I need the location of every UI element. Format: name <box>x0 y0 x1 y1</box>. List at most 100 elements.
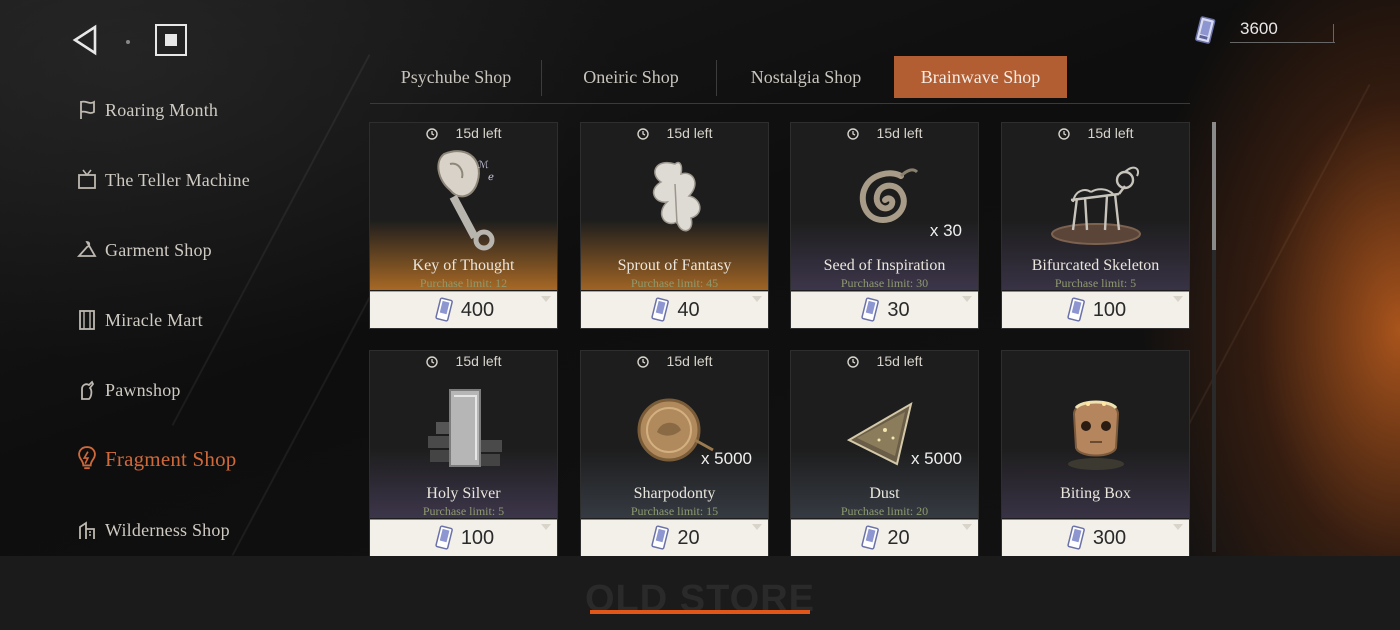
tab-label: Nostalgia Shop <box>750 66 862 87</box>
sidebar-item-label: Garment Shop <box>105 239 212 260</box>
item-card-holy-silver[interactable]: 15d left Holy Silver Purchase limit: 5 1… <box>369 350 558 556</box>
price-button[interactable]: 100 <box>1002 292 1189 328</box>
sidebar-item-the-teller-machine[interactable]: The Teller Machine <box>76 162 250 198</box>
item-purchase-limit: Purchase limit: 20 <box>840 504 929 518</box>
corner-mark <box>541 296 551 302</box>
price-button[interactable]: 40 <box>581 292 768 328</box>
price-button[interactable]: 20 <box>581 520 768 556</box>
sidebar-item-label: Wilderness Shop <box>105 519 230 540</box>
item-price: 20 <box>887 526 910 549</box>
background-streak <box>1171 84 1371 456</box>
corner-mark <box>752 524 762 530</box>
card-ticket-icon <box>1067 297 1085 322</box>
item-card-sprout-of-fantasy[interactable]: 15d left Sprout of Fantasy Purchase limi… <box>580 122 769 329</box>
corner-mark <box>1173 524 1183 530</box>
price-button[interactable]: 100 <box>370 520 557 556</box>
item-name: Dust <box>869 485 900 502</box>
item-card-bifurcated-skeleton[interactable]: 15d left Bifurcated Skeleton Purchase li… <box>1001 122 1190 329</box>
currency-underline <box>1230 42 1335 43</box>
item-price: 20 <box>677 526 700 549</box>
price-button[interactable]: 300 <box>1002 520 1189 556</box>
scrollbar-thumb[interactable] <box>1212 122 1216 250</box>
home-button[interactable] <box>155 24 187 56</box>
item-price: 100 <box>1092 298 1127 321</box>
item-name: Biting Box <box>1060 485 1131 502</box>
card-ticket-icon <box>1067 525 1085 550</box>
shop-tabs: Psychube Shop Oneiric Shop Nostalgia Sho… <box>370 56 1190 104</box>
tab-nostalgia-shop[interactable]: Nostalgia Shop <box>730 56 882 98</box>
sidebar-item-label: The Teller Machine <box>105 169 250 190</box>
item-quantity: x 30 <box>929 221 962 240</box>
sidebar-item-label: Miracle Mart <box>105 309 203 330</box>
item-card-seed-of-inspiration[interactable]: 15d left x 30 Seed of Inspiration Purcha… <box>790 122 979 329</box>
lightbulb-icon <box>76 446 98 471</box>
tab-label: Brainwave Shop <box>920 66 1041 87</box>
item-purchase-limit: Purchase limit: 5 <box>1054 276 1137 290</box>
footer-title: OLD STORE <box>585 578 815 620</box>
sidebar-item-roaring-month[interactable]: Roaring Month <box>76 92 218 128</box>
tab-divider <box>541 60 542 96</box>
currency-amount: 3600 <box>1240 19 1278 38</box>
item-card-sharpodonty[interactable]: 15d left x 5000 Sharpodonty Purchase lim… <box>580 350 769 556</box>
timer-text: 15d left <box>666 125 713 141</box>
hanger-icon <box>76 238 98 262</box>
item-purchase-limit: Purchase limit: 12 <box>419 276 508 290</box>
item-price: 100 <box>460 526 495 549</box>
tab-label: Oneiric Shop <box>583 66 679 87</box>
card-ticket-icon <box>651 297 670 322</box>
sidebar-item-miracle-mart[interactable]: Miracle Mart <box>76 302 203 338</box>
spiral-seed-icon <box>791 141 978 259</box>
nav-separator-dot <box>126 40 130 44</box>
timer-text: 15d left <box>876 125 923 141</box>
corner-mark <box>541 524 551 530</box>
card-ticket-icon <box>1195 16 1216 44</box>
card-ticket-icon <box>651 525 670 550</box>
tab-psychube-shop[interactable]: Psychube Shop <box>380 56 532 98</box>
svg-text:ℳ: ℳ <box>478 160 489 171</box>
currency-divider <box>1333 24 1334 43</box>
item-price: 300 <box>1092 526 1127 549</box>
tv-icon <box>76 168 98 192</box>
home-square-icon <box>165 34 177 46</box>
tab-label: Psychube Shop <box>400 66 512 87</box>
item-purchase-limit: Purchase limit: 45 <box>630 276 719 290</box>
sidebar-item-label: Roaring Month <box>105 99 219 120</box>
sidebar-item-pawnshop[interactable]: Pawnshop <box>76 372 181 408</box>
back-triangle-icon <box>72 24 97 56</box>
card-ticket-icon <box>435 297 453 322</box>
sidebar-item-garment-shop[interactable]: Garment Shop <box>76 232 212 268</box>
price-button[interactable]: 400 <box>370 292 557 328</box>
skeleton-icon <box>1002 141 1189 259</box>
dust-triangle-icon <box>791 369 978 487</box>
back-button[interactable] <box>70 24 102 56</box>
item-quantity: x 5000 <box>910 449 962 468</box>
footer-accent-bar <box>590 610 810 614</box>
item-name: Bifurcated Skeleton <box>1031 257 1160 274</box>
tab-brainwave-shop[interactable]: Brainwave Shop <box>894 56 1067 98</box>
shell-key-icon: ℳℯ <box>370 141 557 259</box>
timer-text: 15d left <box>1087 125 1134 141</box>
tab-oneiric-shop[interactable]: Oneiric Shop <box>555 56 707 98</box>
sidebar-item-fragment-shop[interactable]: Fragment Shop <box>76 441 237 477</box>
item-name: Holy Silver <box>426 485 501 502</box>
timer-text: 15d left <box>666 353 713 369</box>
corner-mark <box>962 524 972 530</box>
price-button[interactable]: 20 <box>791 520 978 556</box>
item-card-biting-box[interactable]: Biting Box 300 <box>1001 350 1190 556</box>
item-card-key-of-thought[interactable]: 15d left ℳℯ Key of Thought Purchase limi… <box>369 122 558 329</box>
sprout-icon <box>581 141 768 259</box>
item-list-scrollbar[interactable] <box>1212 122 1216 552</box>
item-name: Sharpodonty <box>633 485 716 502</box>
currency-display[interactable]: 3600 <box>1190 14 1335 46</box>
timer-text: 15d left <box>455 125 502 141</box>
item-purchase-limit: Purchase limit: 5 <box>422 504 505 518</box>
item-card-dust[interactable]: 15d left x 5000 Dust Purchase limit: 20 … <box>790 350 979 556</box>
shelf-icon <box>76 308 98 332</box>
biting-box-icon <box>1002 369 1189 487</box>
sidebar-item-wilderness-shop[interactable]: Wilderness Shop <box>76 512 230 548</box>
item-quantity: x 5000 <box>700 449 752 468</box>
sidebar-item-label: Pawnshop <box>105 379 181 400</box>
card-ticket-icon <box>435 525 453 550</box>
corner-mark <box>752 296 762 302</box>
price-button[interactable]: 30 <box>791 292 978 328</box>
